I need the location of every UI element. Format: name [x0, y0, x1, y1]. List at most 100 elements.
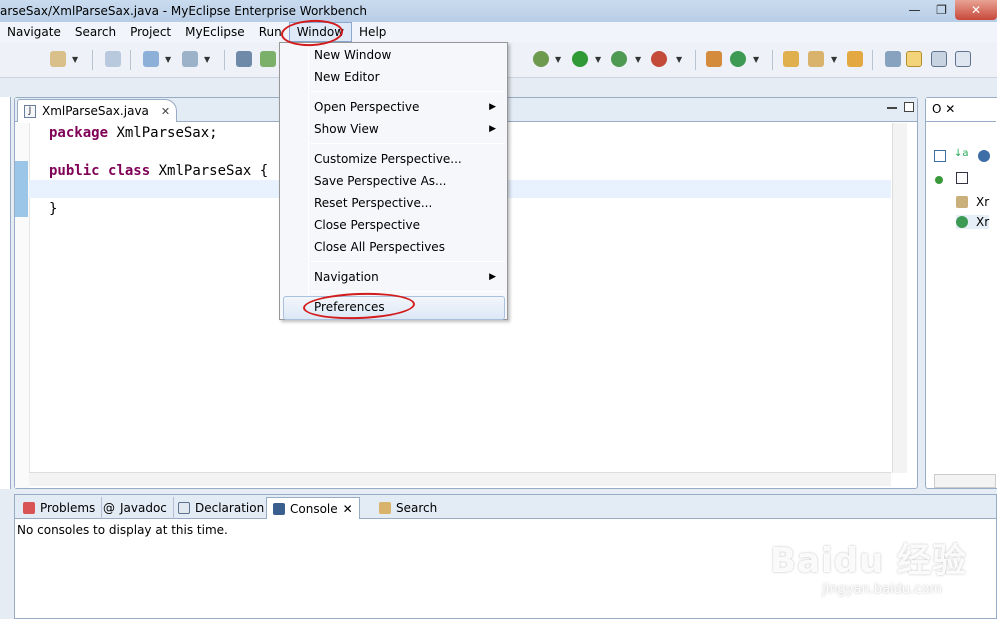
outline-tab[interactable]: O ✕	[926, 98, 996, 122]
tab-declaration[interactable]: Declaration	[172, 497, 272, 519]
annotation-icon[interactable]	[885, 51, 901, 67]
close-icon[interactable]: ✕	[945, 102, 955, 116]
collapse-all-icon[interactable]	[934, 150, 946, 162]
submenu-arrow-icon: ▶	[489, 272, 496, 282]
new-package-icon[interactable]	[706, 51, 722, 67]
stop-server-icon[interactable]	[651, 51, 667, 67]
code-line-3: }	[49, 201, 58, 217]
chevron-down-icon[interactable]: ▼	[676, 55, 682, 64]
chevron-down-icon[interactable]: ▼	[595, 55, 601, 64]
menu-gutter	[308, 44, 309, 319]
highlight-toggle-icon[interactable]	[906, 51, 922, 67]
at-sign-icon: @	[103, 501, 115, 515]
toolbar-separator	[92, 50, 93, 70]
window-title: arseSax/XmlParseSax.java - MyEclipse Ent…	[0, 4, 367, 18]
debug-icon[interactable]	[533, 51, 549, 67]
chevron-down-icon[interactable]: ▼	[635, 55, 641, 64]
console-icon	[273, 502, 285, 515]
editor-tab[interactable]: J XmlParseSax.java ✕	[17, 99, 177, 122]
show-whitespace-icon[interactable]	[931, 51, 947, 67]
code-line-2: public class XmlParseSax {	[49, 163, 269, 179]
tab-console[interactable]: Console ✕	[266, 497, 360, 519]
open-type-icon[interactable]	[260, 51, 276, 67]
menu-help[interactable]: Help	[352, 22, 393, 42]
run-external-icon[interactable]	[611, 51, 627, 67]
toolbar-separator	[224, 50, 225, 70]
sort-icon[interactable]: ↓a	[954, 148, 969, 159]
close-icon[interactable]: ✕	[161, 105, 170, 118]
menu-project[interactable]: Project	[123, 22, 178, 42]
minimize-view-icon[interactable]	[887, 107, 897, 109]
paragraph-icon[interactable]	[955, 51, 971, 67]
menu-separator	[310, 143, 505, 144]
menu-item-customize-perspective[interactable]: Customize Perspective...	[314, 149, 504, 169]
close-button[interactable]: ✕	[955, 0, 997, 20]
watermark-url: jingyan.baidu.com	[822, 582, 943, 597]
editor-tab-label: XmlParseSax.java	[42, 104, 149, 118]
menu-item-close-perspective[interactable]: Close Perspective	[314, 215, 504, 235]
vertical-scrollbar[interactable]	[892, 123, 907, 473]
menu-item-new-editor[interactable]: New Editor	[314, 67, 504, 87]
menu-item-reset-perspective[interactable]: Reset Perspective...	[314, 193, 504, 213]
run-icon[interactable]	[572, 51, 588, 67]
java-file-icon: J	[24, 104, 36, 118]
tab-javadoc[interactable]: @ Javadoc	[97, 497, 174, 519]
menu-item-close-all-perspectives[interactable]: Close All Perspectives	[314, 237, 504, 257]
toolbar-separator	[872, 50, 873, 70]
chevron-down-icon[interactable]: ▼	[831, 55, 837, 64]
maximize-button[interactable]: ❐	[928, 0, 955, 20]
menu-bar: Navigate Search Project MyEclipse Run Wi…	[0, 22, 997, 42]
menu-navigate[interactable]: Navigate	[0, 22, 68, 42]
menu-search[interactable]: Search	[68, 22, 123, 42]
chevron-down-icon[interactable]: ▼	[753, 55, 759, 64]
close-icon[interactable]: ✕	[343, 502, 353, 516]
open-resource-icon[interactable]	[847, 51, 863, 67]
new-class-icon[interactable]	[730, 51, 746, 67]
chevron-down-icon[interactable]: ▼	[72, 55, 78, 64]
menu-item-show-view[interactable]: Show View ▶	[314, 119, 504, 139]
toolbar-separator	[130, 50, 131, 70]
menu-separator	[310, 291, 505, 292]
toolbar-separator	[695, 50, 696, 70]
outline-item[interactable]: Xr	[956, 195, 989, 209]
watermark: Baidu 经验 jingyan.baidu.com	[770, 533, 967, 597]
outline-item[interactable]: Xr	[956, 215, 990, 229]
bottom-tab-bar: Problems @ Javadoc Declaration Console ✕…	[15, 495, 996, 519]
minimize-button[interactable]: —	[901, 0, 928, 20]
submenu-arrow-icon: ▶	[489, 102, 496, 112]
deploy-icon[interactable]	[182, 51, 198, 67]
window-controls: — ❐ ✕	[901, 0, 997, 20]
menu-item-navigation[interactable]: Navigation ▶	[314, 267, 504, 287]
console-message: No consoles to display at this time.	[17, 523, 228, 537]
chevron-down-icon[interactable]: ▼	[204, 55, 210, 64]
change-marker	[15, 161, 28, 217]
chevron-down-icon[interactable]: ▼	[555, 55, 561, 64]
tab-problems[interactable]: Problems	[17, 497, 103, 519]
menu-item-open-perspective[interactable]: Open Perspective ▶	[314, 97, 504, 117]
submenu-arrow-icon: ▶	[489, 124, 496, 134]
maximize-view-icon[interactable]	[904, 102, 914, 112]
window-menu-dropdown: New Window New Editor Open Perspective ▶ …	[279, 42, 508, 320]
hide-non-public-icon[interactable]	[935, 176, 943, 184]
pencil-icon[interactable]	[808, 51, 824, 67]
new-wizard-icon[interactable]	[50, 51, 66, 67]
menu-item-save-perspective-as[interactable]: Save Perspective As...	[314, 171, 504, 191]
print-icon[interactable]	[105, 51, 121, 67]
toolbar-separator	[772, 50, 773, 70]
hierarchy-icon[interactable]	[236, 51, 252, 67]
left-panel-edge	[0, 97, 11, 489]
menu-item-new-window[interactable]: New Window	[314, 45, 504, 65]
new-server-icon[interactable]	[143, 51, 159, 67]
hide-local-types-icon[interactable]	[956, 172, 968, 184]
menu-separator	[310, 261, 505, 262]
title-bar: arseSax/XmlParseSax.java - MyEclipse Ent…	[0, 0, 997, 22]
watermark-logo: Baidu 经验	[770, 541, 967, 581]
chevron-down-icon[interactable]: ▼	[165, 55, 171, 64]
horizontal-scrollbar[interactable]	[934, 474, 996, 488]
class-icon	[956, 216, 968, 228]
hide-fields-icon[interactable]	[978, 150, 990, 162]
tab-search[interactable]: Search	[373, 497, 443, 519]
horizontal-scrollbar[interactable]	[29, 472, 891, 486]
open-folder-icon[interactable]	[783, 51, 799, 67]
menu-myeclipse[interactable]: MyEclipse	[178, 22, 252, 42]
